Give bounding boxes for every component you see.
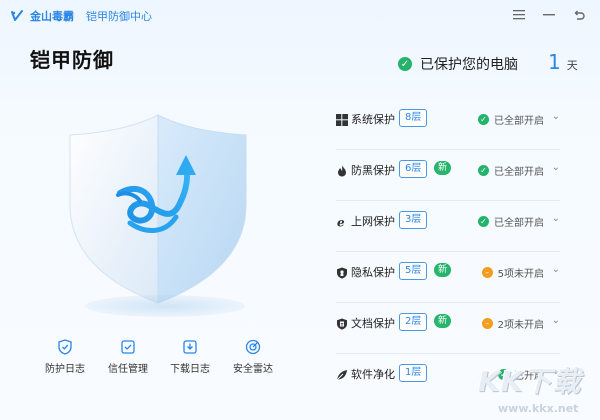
layer-count-badge: 5层 [399,262,428,280]
shield-shadow [85,295,245,317]
protection-state-text: 已全部开启 [494,116,544,127]
protected-days-value: 1 [548,50,561,74]
tool-trust-management[interactable]: 信任管理 [103,338,153,375]
check-icon: ✓ [478,114,489,125]
protection-name: 系统保护 [351,113,395,126]
chevron-down-icon[interactable]: ⌄ [552,162,560,173]
shield-icon [69,114,247,304]
document-shield-icon [337,318,347,330]
protection-state-text: 已全部开启 [494,167,544,178]
shield-log-icon [58,339,72,355]
layer-count-badge: 3层 [399,211,428,229]
layer-count-badge: 1层 [399,364,428,382]
privacy-shield-icon [337,267,347,279]
protection-state: – 2项未开启 [481,316,544,331]
warning-icon: – [481,318,493,329]
protection-name: 防黑保护 [351,164,395,177]
menu-icon[interactable] [510,6,528,24]
tool-security-radar[interactable]: 安全雷达 [228,338,278,375]
tool-label: 安全雷达 [233,364,273,375]
layer-count-badge: 8层 [399,109,428,127]
trust-icon [121,340,135,354]
minimize-icon[interactable] [540,6,558,24]
protection-state: – 5项未开启 [481,265,544,280]
windows-icon [336,114,348,126]
brand: 金山毒霸 铠甲防御中心 [10,7,152,25]
protection-name: 文档保护 [351,317,395,330]
app-window: 金山毒霸 铠甲防御中心 铠甲防御 ✓ 已保护您的电脑 1 天 防护日志 信任管理… [0,0,600,420]
check-icon: ✓ [478,165,489,176]
new-badge: 新 [434,263,452,277]
watermark-url: www.kkx.net [498,402,579,415]
tool-label: 下载日志 [170,364,210,375]
chevron-down-icon[interactable]: ⌄ [552,213,560,224]
protection-state: ✓ 已全部开启 [478,163,544,178]
protection-status: ✓ 已保护您的电脑 [398,54,518,74]
check-icon: ✓ [398,57,412,71]
warning-icon: – [481,267,493,278]
chevron-down-icon[interactable]: ⌄ [552,315,560,326]
shield-illustration [40,95,280,317]
layer-count-badge: 2层 [399,313,428,331]
svg-text:e: e [337,216,345,228]
page-title: 铠甲防御 [30,48,114,72]
tool-download-log[interactable]: 下载日志 [165,338,215,375]
protected-days: 1 天 [548,50,578,74]
protection-name: 隐私保护 [351,266,395,279]
new-badge: 新 [434,161,452,175]
new-badge: 新 [434,314,452,328]
protection-status-text: 已保护您的电脑 [420,57,518,73]
protection-row-system[interactable]: 系统保护 8层 ✓ 已全部开启 ⌄ [336,105,560,150]
protection-row-document[interactable]: 文档保护 2层 新 – 2项未开启 ⌄ [336,309,560,354]
app-name: 金山毒霸 [30,10,74,23]
module-name: 铠甲防御中心 [86,10,152,23]
protection-state: ✓ 已全部开启 [478,214,544,229]
app-logo-icon [11,10,23,21]
clean-leaf-icon [336,370,347,381]
protection-state-text: 2项未开启 [497,320,544,331]
protection-state: ✓ 已全部开启 [478,112,544,127]
tool-label: 防护日志 [45,364,85,375]
chevron-down-icon[interactable]: ⌄ [552,264,560,275]
watermark-logo: KK下载 [478,365,582,398]
protection-row-web[interactable]: e 上网保护 3层 ✓ 已全部开启 ⌄ [336,207,560,252]
protection-row-privacy[interactable]: 隐私保护 5层 新 – 5项未开启 ⌄ [336,258,560,303]
tool-label: 信任管理 [108,364,148,375]
protection-name: 上网保护 [351,215,395,228]
radar-icon [245,339,261,355]
back-icon[interactable] [570,6,588,24]
check-icon: ✓ [478,216,489,227]
download-log-icon [183,340,197,354]
watermark: KK下载 www.kkx.net [470,360,600,420]
browser-icon: e [337,216,345,228]
tool-bar: 防护日志 信任管理 下载日志 安全雷达 [40,338,280,378]
layer-count-badge: 6层 [399,160,428,178]
protection-state-text: 5项未开启 [497,269,544,280]
flame-icon [338,165,346,177]
protection-state-text: 已全部开启 [494,218,544,229]
chevron-down-icon[interactable]: ⌄ [552,111,560,122]
protected-days-unit: 天 [566,59,578,72]
tool-protection-log[interactable]: 防护日志 [40,338,90,375]
protection-row-anti-hack[interactable]: 防黑保护 6层 新 ✓ 已全部开启 ⌄ [336,156,560,201]
protection-name: 软件净化 [351,368,395,381]
title-bar: 金山毒霸 铠甲防御中心 [0,0,600,30]
